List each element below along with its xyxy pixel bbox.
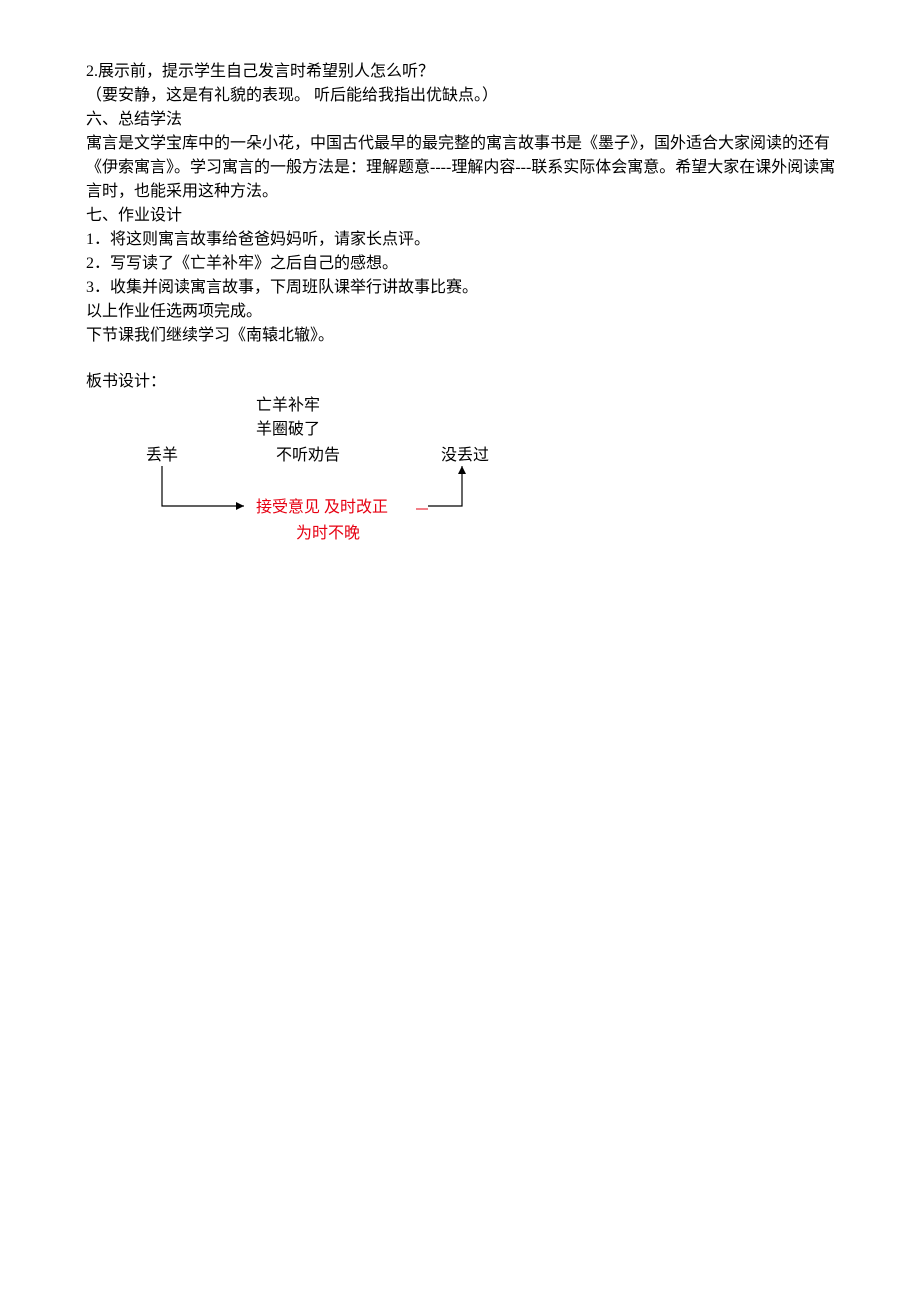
- board-design-label: 板书设计：: [86, 370, 838, 394]
- board-line-broken: 羊圈破了: [256, 418, 838, 442]
- hw-item-2: 2．写写读了《亡羊补牢》之后自己的感想。: [86, 252, 838, 276]
- board-title: 亡羊补牢: [256, 394, 838, 418]
- hw-note: 以上作业任选两项完成。: [86, 300, 838, 324]
- board-design-section: 板书设计： 亡羊补牢 羊圈破了 丢羊 不听劝告 没丢过 接受意见 及时改正 为时…: [86, 370, 838, 564]
- board-advice: 接受意见 及时改正: [256, 496, 388, 520]
- heading-six: 六、总结学法: [86, 108, 838, 132]
- line-q2-answer: （要安静，这是有礼貌的表现。 听后能给我指出优缺点。）: [86, 84, 838, 108]
- board-conclusion: 为时不晚: [296, 522, 360, 546]
- hw-item-1: 1．将这则寓言故事给爸爸妈妈听，请家长点评。: [86, 228, 838, 252]
- watermark-text: [86, 1226, 146, 1262]
- next-lesson: 下节课我们继续学习《南辕北辙》。: [86, 324, 838, 348]
- document-page: 2.展示前，提示学生自己发言时希望别人怎么听？ （要安静，这是有礼貌的表现。 听…: [0, 0, 920, 604]
- line-q2: 2.展示前，提示学生自己发言时希望别人怎么听？: [86, 60, 838, 84]
- heading-seven: 七、作业设计: [86, 204, 838, 228]
- hw-item-3: 3．收集并阅读寓言故事，下周班队课举行讲故事比赛。: [86, 276, 838, 300]
- paragraph-summary: 寓言是文学宝库中的一朵小花，中国古代最早的最完整的寓言故事书是《墨子》，国外适合…: [86, 132, 838, 204]
- board-diagram: 丢羊 不听劝告 没丢过 接受意见 及时改正 为时不晚: [146, 444, 506, 564]
